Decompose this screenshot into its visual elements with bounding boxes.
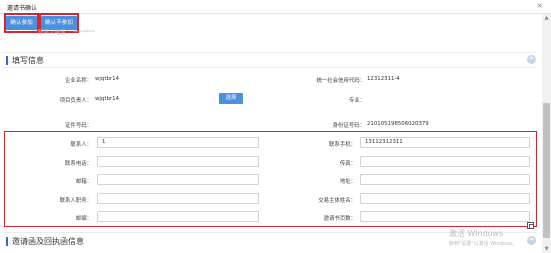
activation-watermark-title: 激活 Windows	[449, 229, 504, 238]
contact-mobile-label: 联系手机：	[329, 142, 356, 148]
contact-phone-label: 联系电话：	[65, 161, 92, 167]
contact-mobile-input[interactable]: 13112312311	[360, 137, 530, 148]
id-number-label: 身份证号码：	[332, 123, 365, 129]
invitation-pages-label: 邀请书页数：	[323, 216, 356, 222]
partially-hidden-row: 联系人电话： ********	[38, 30, 95, 36]
section-marker	[6, 56, 8, 65]
address-input[interactable]	[360, 174, 530, 185]
trading-entity-label: 交易主体姓名：	[318, 198, 356, 204]
scrollbar-thumb[interactable]	[543, 103, 550, 238]
section-divider	[4, 52, 536, 53]
cert-number-label: 证件号码：	[65, 123, 92, 129]
contact-position-input[interactable]	[97, 193, 259, 204]
fax-input[interactable]	[360, 156, 530, 167]
id-number-value: 210105198506020379	[367, 121, 429, 127]
invitation-pages-input[interactable]	[360, 211, 530, 222]
postcode-input[interactable]	[97, 211, 259, 222]
postcode-label: 邮编：	[75, 216, 92, 222]
enterprise-name-value: wjqtbr14	[95, 76, 119, 82]
collapse-icon[interactable]	[527, 236, 536, 245]
activation-watermark-subtitle: 转到"设置"以激活 Windows。	[449, 241, 518, 247]
project-leader-label: 项目负责人：	[59, 98, 92, 104]
contact-phone-input[interactable]	[97, 156, 259, 167]
select-leader-button[interactable]: 选择	[219, 93, 243, 104]
section-title-invitation-info: 邀请函及回执函信息	[12, 237, 84, 246]
section-title-fill-info: 填写信息	[12, 56, 44, 65]
fax-label: 传真：	[339, 161, 356, 167]
titlebar-divider	[0, 13, 551, 14]
address-label: 地址：	[339, 179, 356, 185]
credit-code-label: 统一社会信用代码：	[316, 78, 365, 84]
enterprise-name-label: 企业名称：	[65, 78, 92, 84]
project-leader-value: wjqtbr14	[95, 96, 119, 102]
dialog-titlebar: 邀请书确认 ×	[0, 0, 551, 12]
collapse-icon[interactable]	[527, 55, 536, 64]
contact-input[interactable]: 1	[97, 137, 259, 148]
email-input[interactable]	[97, 174, 259, 185]
email-label: 邮箱：	[75, 179, 92, 185]
scroll-down-icon[interactable]: ▼	[543, 246, 550, 252]
contact-position-label: 联系人职务：	[59, 198, 92, 204]
section-underline	[4, 67, 536, 68]
major-label: 专业：	[348, 98, 365, 104]
dialog-title: 邀请书确认	[7, 5, 38, 12]
trading-entity-input[interactable]	[360, 193, 530, 204]
credit-code-value: 12312311-4	[367, 76, 400, 82]
confirm-join-button[interactable]: 确认参加	[6, 16, 37, 30]
close-icon[interactable]: ×	[536, 1, 543, 10]
section-marker	[6, 237, 8, 246]
contact-label: 联系人：	[70, 142, 92, 148]
scroll-up-icon[interactable]: ▲	[543, 15, 550, 21]
copy-icon[interactable]	[527, 222, 534, 229]
